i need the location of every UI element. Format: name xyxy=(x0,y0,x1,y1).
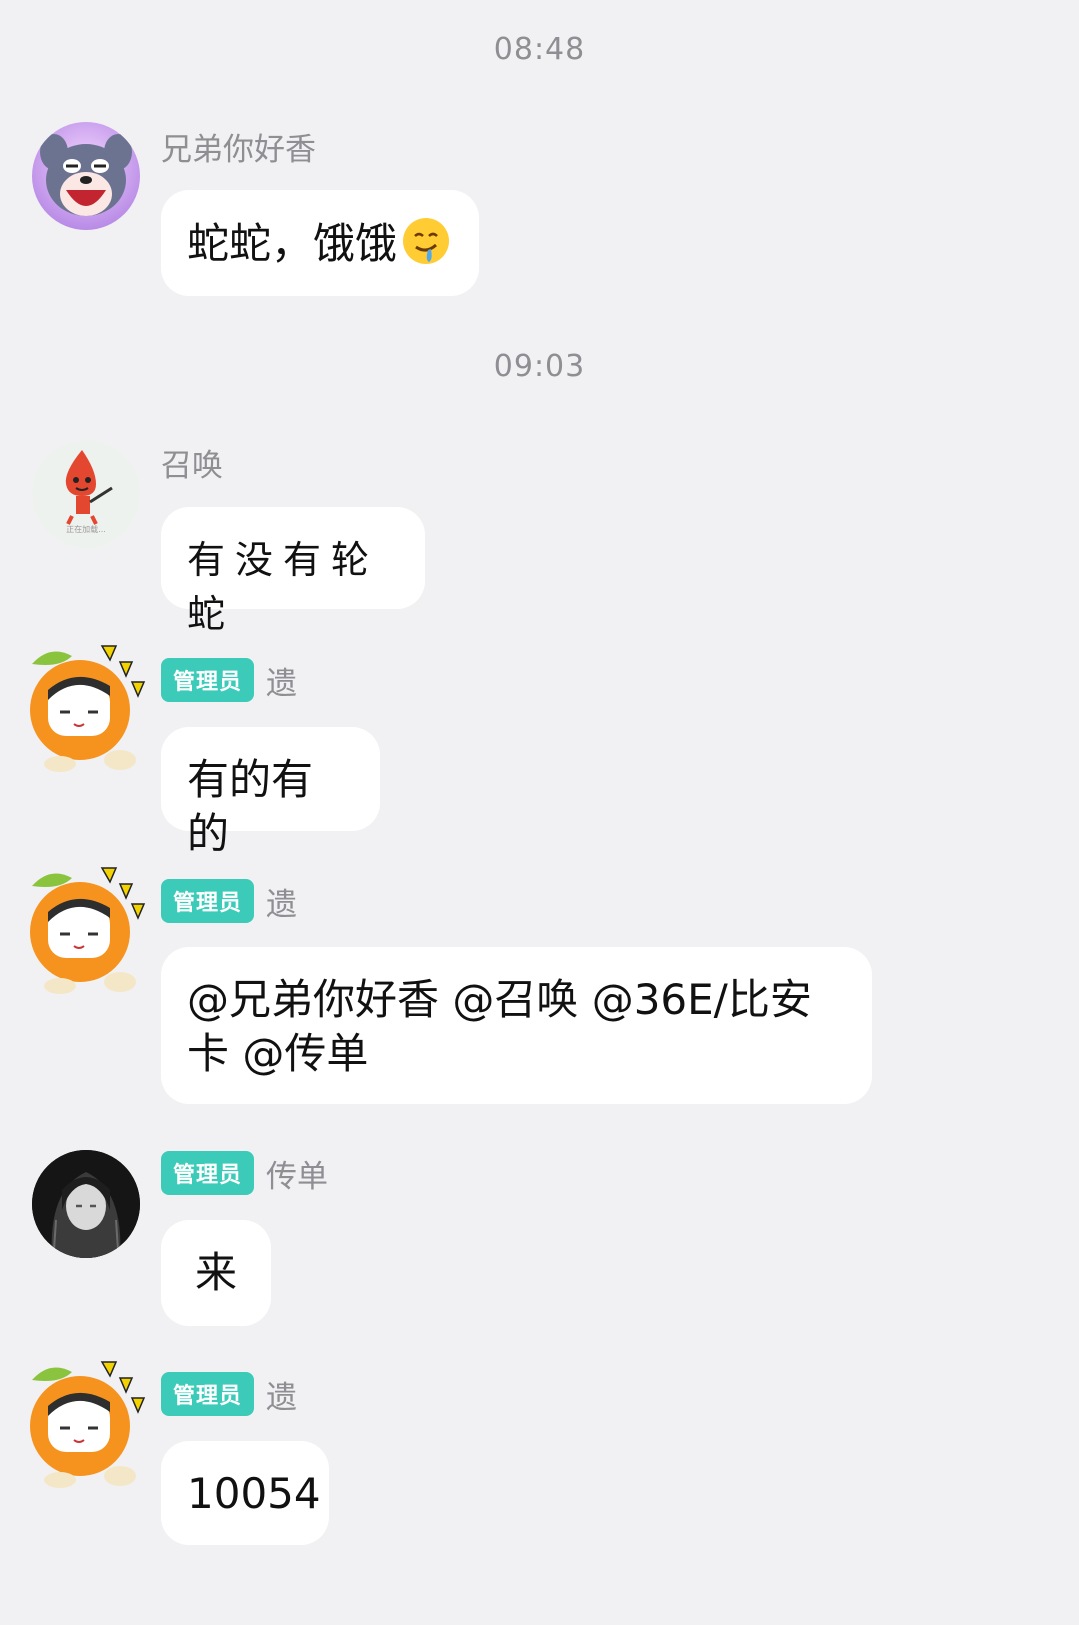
admin-badge: 管理员 xyxy=(161,658,255,702)
admin-badge: 管理员 xyxy=(161,1372,255,1416)
avatar-orange-sticker[interactable] xyxy=(20,1354,150,1494)
timestamp: 09:03 xyxy=(493,349,586,384)
message-text: 有的有的 xyxy=(187,755,314,858)
message-meta: 召唤 xyxy=(161,440,223,484)
timestamp: 08:48 xyxy=(493,32,586,67)
drooling-face-icon xyxy=(403,218,450,264)
message-bubble[interactable]: 蛇蛇，饿饿 xyxy=(161,190,479,296)
message-meta: 管理员 遗 xyxy=(161,1372,297,1416)
admin-badge: 管理员 xyxy=(161,879,255,923)
message-text: @兄弟你好香 @召唤 @36E/比安卡 @传单 xyxy=(187,975,812,1078)
message-text: 来 xyxy=(194,1248,237,1297)
message-text: 有没有轮蛇 xyxy=(187,538,380,636)
sender-name: 召唤 xyxy=(161,447,223,484)
sender-name: 兄弟你好香 xyxy=(161,131,316,168)
avatar-cat[interactable] xyxy=(32,122,140,230)
message-meta: 管理员 遗 xyxy=(161,658,297,702)
sender-name: 传单 xyxy=(266,1158,329,1195)
avatar-orange-sticker[interactable] xyxy=(20,638,150,778)
avatar-orange-sticker[interactable] xyxy=(20,860,150,1000)
message-meta: 兄弟你好香 xyxy=(161,124,316,168)
message-text: 10054 xyxy=(187,1469,321,1518)
sender-name: 遗 xyxy=(266,665,298,702)
avatar-dark-portrait[interactable] xyxy=(32,1150,140,1258)
avatar-caption: 正在加载... xyxy=(66,525,106,534)
message-bubble[interactable]: @兄弟你好香 @召唤 @36E/比安卡 @传单 xyxy=(161,947,872,1104)
message-bubble[interactable]: 来 xyxy=(161,1220,271,1326)
message-text: 蛇蛇，饿饿 xyxy=(187,219,398,268)
message-meta: 管理员 传单 xyxy=(161,1151,328,1195)
message-bubble[interactable]: 有没有轮蛇 xyxy=(161,507,425,636)
sender-name: 遗 xyxy=(266,886,298,923)
message-bubble[interactable]: 有的有的 xyxy=(161,727,380,858)
admin-badge: 管理员 xyxy=(161,1151,255,1195)
message-meta: 管理员 遗 xyxy=(161,879,297,923)
message-bubble[interactable]: 10054 xyxy=(161,1441,329,1545)
sender-name: 遗 xyxy=(266,1379,298,1416)
